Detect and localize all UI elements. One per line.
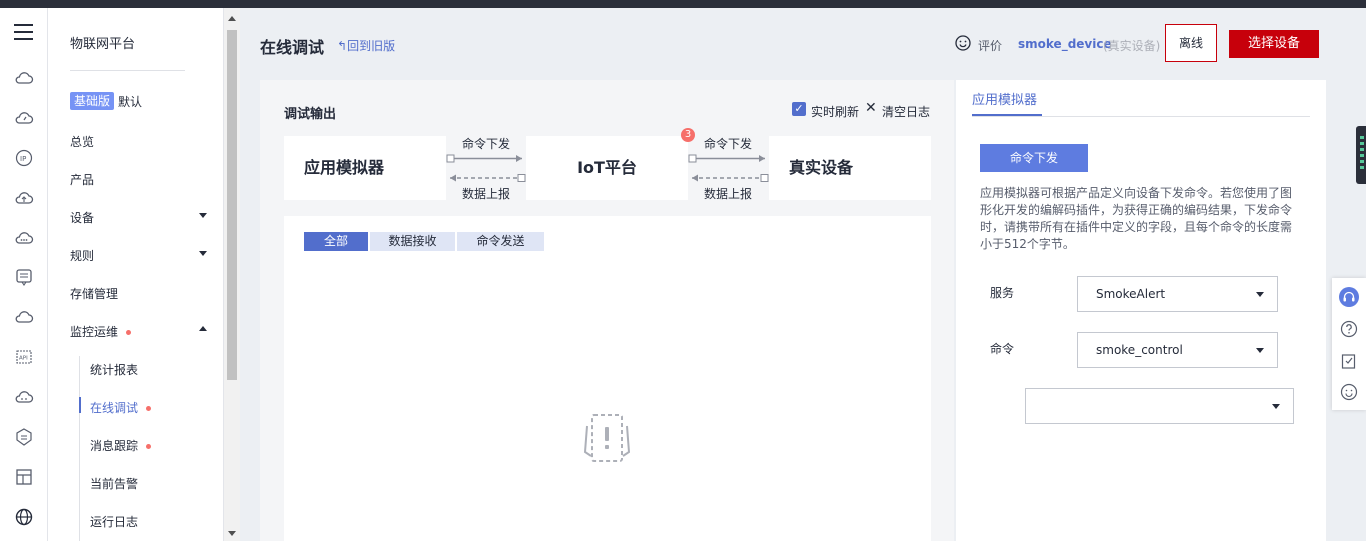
nav-item-device[interactable]: 设备 <box>70 209 94 226</box>
feedback-smile-icon[interactable] <box>1339 382 1359 402</box>
side-widget[interactable] <box>1356 126 1366 184</box>
offline-button[interactable]: 离线 <box>1165 24 1217 62</box>
nav-item-storage[interactable]: 存储管理 <box>70 285 118 302</box>
rate-link[interactable]: 评价 <box>978 37 1002 54</box>
cloud-icon[interactable] <box>14 68 34 88</box>
nav-item-rules[interactable]: 规则 <box>70 247 94 264</box>
divider <box>972 116 1310 117</box>
count-badge: 3 <box>681 128 695 142</box>
realtime-label: 实时刷新 <box>811 105 860 119</box>
data-up-label: 数据上报 <box>462 187 511 201</box>
flow-simulator: 应用模拟器 <box>284 136 446 200</box>
sub-item-run-log[interactable]: 运行日志 <box>90 513 138 530</box>
debug-title: 调试输出 <box>284 107 337 122</box>
realtime-checkbox[interactable]: ✓ <box>792 102 806 116</box>
message-icon[interactable] <box>14 267 34 287</box>
nav-item-product[interactable]: 产品 <box>70 171 94 188</box>
sub-item-alarm[interactable]: 当前告警 <box>90 475 138 492</box>
notification-dot <box>146 406 152 411</box>
smile-icon[interactable] <box>955 35 971 54</box>
headset-icon[interactable] <box>1339 287 1359 307</box>
tab-data-receive[interactable]: 数据接收 <box>370 232 455 251</box>
floating-toolbar <box>1332 278 1366 410</box>
sub-item-label: 在线调试 <box>90 401 139 415</box>
sub-item-online-debug[interactable]: 在线调试 <box>90 399 152 416</box>
service-select[interactable]: SmokeAlert <box>1077 276 1278 312</box>
chevron-down-icon <box>1256 348 1264 353</box>
edition-text: 默认 <box>118 95 143 109</box>
cloud-more-icon[interactable] <box>14 228 34 248</box>
security-icon[interactable] <box>14 427 34 447</box>
device-type: (真实设备) <box>1103 39 1161 53</box>
edition-badge: 基础版 <box>70 92 115 110</box>
platform-title: 物联网平台 <box>70 37 136 52</box>
cloud-gauge-icon[interactable] <box>14 108 34 128</box>
command-value: smoke_control <box>1096 343 1183 357</box>
flow-device: 真实设备 <box>769 136 931 200</box>
nav-item-label: 监控运维 <box>70 325 119 339</box>
api-icon[interactable]: API <box>14 347 34 367</box>
scroll-down-icon[interactable] <box>228 531 236 536</box>
command-label: 命令 <box>990 342 1015 356</box>
sub-item-stats[interactable]: 统计报表 <box>90 361 138 378</box>
close-icon[interactable]: ✕ <box>865 100 877 116</box>
active-indicator <box>79 397 81 413</box>
notification-dot <box>126 330 132 335</box>
command-select[interactable]: smoke_control <box>1077 332 1278 368</box>
help-icon[interactable] <box>1339 319 1359 339</box>
simulator-panel: 应用模拟器 命令下发 应用模拟器可根据产品定义向设备下发命令。若您使用了图形化开… <box>956 80 1326 541</box>
back-link-label: 回到旧版 <box>347 39 396 53</box>
clear-log-button[interactable]: 清空日志 <box>882 103 930 120</box>
scroll-up-icon[interactable] <box>228 16 236 21</box>
menu-icon[interactable] <box>14 24 33 40</box>
tab-cmd-send[interactable]: 命令发送 <box>457 232 544 251</box>
globe-icon[interactable] <box>14 507 34 527</box>
sub-item-msg-trace[interactable]: 消息跟踪 <box>90 437 152 454</box>
cloud-upload-icon[interactable] <box>14 188 34 208</box>
log-area: 全部 数据接收 命令发送 <box>284 216 931 541</box>
service-value: SmokeAlert <box>1096 287 1166 301</box>
layout-icon[interactable] <box>14 467 34 487</box>
empty-state-icon <box>580 412 634 469</box>
device-name: smoke_device <box>1018 37 1112 51</box>
active-tab-indicator <box>972 114 1042 116</box>
top-bar <box>0 0 1366 8</box>
ip-icon[interactable]: IP <box>14 148 34 168</box>
chevron-down-icon[interactable] <box>199 213 207 218</box>
nav-sidebar: 物联网平台 基础版 默认 总览 产品 设备 规则 存储管理 监控运维 统计报表 … <box>48 8 224 541</box>
flow-platform: IoT平台 <box>526 136 688 200</box>
tab-all[interactable]: 全部 <box>304 232 368 251</box>
divider <box>70 70 185 71</box>
svg-text:IP: IP <box>20 155 26 163</box>
chevron-up-icon[interactable] <box>199 326 207 331</box>
service-label: 服务 <box>990 286 1015 300</box>
sidebar-scrollbar[interactable] <box>224 8 240 541</box>
cloud-dots-icon[interactable] <box>14 387 34 407</box>
scroll-thumb[interactable] <box>227 30 237 380</box>
nav-item-overview[interactable]: 总览 <box>70 133 94 150</box>
back-arrow-icon: ↰ <box>337 39 348 53</box>
svg-text:API: API <box>19 356 28 362</box>
back-link[interactable]: ↰回到旧版 <box>337 37 395 54</box>
cloud-storage-icon[interactable] <box>14 307 34 327</box>
cmd-down-label: 命令下发 <box>704 137 753 151</box>
cmd-down-label: 命令下发 <box>462 137 511 151</box>
data-up-label: 数据上报 <box>704 187 753 201</box>
debug-output-panel: 调试输出 ✓ 实时刷新 ✕ 清空日志 应用模拟器 IoT平台 真实设备 命令下发… <box>260 80 954 541</box>
send-command-button[interactable]: 命令下发 <box>980 144 1088 172</box>
chevron-down-icon[interactable] <box>199 251 207 256</box>
submenu-line <box>79 356 80 541</box>
icon-rail: IP API <box>0 8 48 541</box>
simulator-description: 应用模拟器可根据产品定义向设备下发命令。若您使用了图形化开发的编解码插件，为获得… <box>980 186 1293 251</box>
parameter-select[interactable] <box>1025 388 1294 424</box>
chevron-down-icon <box>1256 292 1264 297</box>
select-device-button[interactable]: 选择设备 <box>1229 30 1319 58</box>
sub-item-label: 消息跟踪 <box>90 439 139 453</box>
notification-dot <box>146 444 152 449</box>
page-title: 在线调试 <box>260 38 325 57</box>
chevron-down-icon <box>1272 404 1280 409</box>
tab-simulator[interactable]: 应用模拟器 <box>972 89 1037 108</box>
edit-note-icon[interactable] <box>1339 351 1359 371</box>
nav-item-monitoring[interactable]: 监控运维 <box>70 323 132 340</box>
